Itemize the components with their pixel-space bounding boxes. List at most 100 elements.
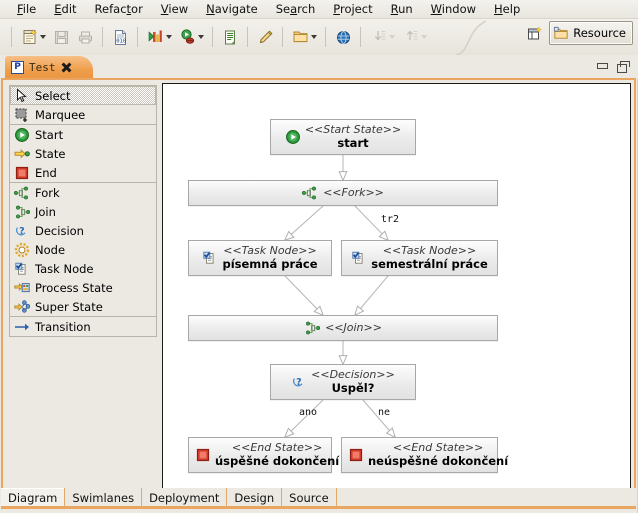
previous-annotation-button[interactable]: [399, 26, 429, 48]
palette-item-label: Process State: [35, 280, 113, 295]
end-state-icon: [14, 165, 30, 181]
node-text: <<End State>> úspěšné dokončení: [215, 441, 339, 468]
node-content: <<Join>>: [298, 320, 388, 336]
new-wizard-button[interactable]: [18, 26, 48, 48]
node-text: <<Join>>: [325, 320, 382, 335]
menu-item-navigate[interactable]: Navigate: [197, 1, 267, 17]
chevron-down-icon[interactable]: [310, 35, 317, 39]
diagram-node-end1[interactable]: <<End State>> úspěšné dokončení: [188, 437, 339, 473]
palette-item-label: Super State: [35, 299, 103, 314]
bottom-tab-label: Swimlanes: [72, 491, 135, 505]
diagram-edge-decision-to-end2[interactable]: [362, 399, 397, 439]
diagram-canvas[interactable]: <<Start State>> start <<Fork>> <<Task Node>…: [162, 83, 631, 501]
palette-item-fork[interactable]: Fork: [10, 183, 156, 202]
edge-label-ne[interactable]: ne: [378, 407, 390, 418]
state-icon: [14, 146, 30, 162]
open-browser-button[interactable]: [332, 26, 354, 48]
diagram-node-task2[interactable]: <<Task Node>> semestrální práce: [341, 240, 498, 276]
chevron-down-icon[interactable]: [388, 35, 395, 39]
node-stereotype: <<Fork>>: [323, 185, 384, 199]
editor-bottom-tabs: Diagram Swimlanes Deployment Design Source: [1, 488, 636, 508]
binary-file-icon: 010: [114, 29, 126, 45]
annotation-button[interactable]: [254, 26, 276, 48]
palette-item-super-state[interactable]: Super State: [10, 297, 156, 316]
minimize-icon[interactable]: [597, 63, 608, 69]
menu-item-run[interactable]: Run: [382, 1, 422, 17]
menu-item-edit[interactable]: Edit: [45, 1, 85, 17]
palette-item-marquee[interactable]: Marquee: [10, 105, 156, 124]
bottom-tab-source[interactable]: Source: [282, 488, 337, 508]
node-icon: [14, 242, 30, 257]
save-button[interactable]: [50, 26, 72, 48]
diagram-node-task1[interactable]: <<Task Node>> písemná práce: [188, 240, 332, 276]
next-annotation-button[interactable]: [367, 26, 397, 48]
close-icon[interactable]: [61, 62, 72, 73]
menu-item-search[interactable]: Search: [267, 1, 325, 17]
run-chart-icon: [148, 30, 162, 42]
menu-item-window[interactable]: Window: [422, 1, 485, 17]
perspective-resource-button[interactable]: Resource: [549, 21, 633, 45]
diagram-edge-decision-to-end1[interactable]: [283, 399, 324, 439]
pencil-icon: [259, 29, 273, 43]
new-java-class-button[interactable]: [219, 26, 241, 48]
edge-label-tr2[interactable]: tr2: [381, 214, 399, 225]
bottom-tab-deployment[interactable]: Deployment: [142, 488, 228, 508]
process-state-icon: [14, 280, 30, 296]
node-stereotype: <<Join>>: [325, 320, 382, 334]
palette-group-1: Start State End: [9, 124, 157, 182]
palette-item-state[interactable]: State: [10, 144, 156, 163]
palette-item-node[interactable]: Node: [10, 240, 156, 259]
editor-tab-test[interactable]: P Test: [5, 56, 93, 79]
diagram-edge-task1-to-join[interactable]: [284, 275, 325, 317]
palette-item-task-node[interactable]: Task Node: [10, 259, 156, 278]
svg-text:010: 010: [116, 38, 126, 44]
diagram-node-join[interactable]: <<Join>>: [188, 315, 498, 341]
resource-folder-icon: [554, 26, 568, 39]
edge-label-ano[interactable]: ano: [299, 407, 317, 418]
task-node-icon: [352, 251, 363, 264]
menu-item-file[interactable]: File: [8, 1, 45, 17]
palette-item-select[interactable]: Select: [10, 86, 156, 105]
menu-item-label: Run: [390, 2, 413, 16]
open-perspective-button[interactable]: [522, 21, 546, 45]
palette-item-decision[interactable]: ? Decision: [10, 221, 156, 240]
menu-item-label: Project: [333, 2, 373, 16]
new-folder-button[interactable]: [289, 26, 319, 48]
menu-item-project[interactable]: Project: [324, 1, 381, 17]
menu-item-help[interactable]: Help: [485, 1, 529, 17]
run-as-button[interactable]: [144, 26, 174, 48]
node-content: <<Start State>> start: [279, 123, 407, 150]
bottom-tab-label: Deployment: [149, 491, 220, 505]
toolbar-separator: [11, 27, 12, 47]
menu-bar: File Edit Refactor View Navigate Search Projec…: [0, 0, 638, 19]
chevron-down-icon[interactable]: [197, 35, 204, 39]
palette-item-transition[interactable]: Transition: [10, 317, 156, 336]
chevron-down-icon[interactable]: [39, 35, 46, 39]
cursor-arrow-icon: [17, 87, 27, 102]
chevron-down-icon[interactable]: [420, 35, 427, 39]
diagram-node-decision[interactable]: ? <<Decision>> Uspěl?: [270, 364, 416, 400]
palette-group-3: Transition: [9, 316, 157, 337]
diagram-edge-task2-to-join[interactable]: [353, 275, 389, 317]
diagram-node-start[interactable]: <<Start State>> start: [270, 119, 416, 155]
end-state-icon: [15, 166, 29, 179]
build-button[interactable]: 010: [109, 26, 131, 48]
diagram-node-fork[interactable]: <<Fork>>: [188, 180, 498, 206]
chevron-down-icon[interactable]: [165, 35, 172, 39]
palette-item-end[interactable]: End: [10, 163, 156, 182]
bottom-tab-swimlanes[interactable]: Swimlanes: [65, 488, 143, 508]
diagram-edge-fork-to-task1[interactable]: [283, 205, 324, 242]
menu-item-refactor[interactable]: Refactor: [86, 1, 152, 17]
palette-item-join[interactable]: Join: [10, 202, 156, 221]
palette-item-label: Join: [35, 204, 56, 219]
bottom-tab-design[interactable]: Design: [227, 488, 283, 508]
bottom-tab-diagram[interactable]: Diagram: [1, 488, 66, 508]
maximize-icon[interactable]: [617, 61, 630, 73]
menu-item-view[interactable]: View: [152, 1, 197, 17]
print-button[interactable]: [74, 26, 96, 48]
diagram-node-end2[interactable]: <<End State>> neúspěšné dokončení: [341, 437, 508, 473]
join-icon: [16, 205, 31, 218]
debug-button[interactable]: [176, 26, 206, 48]
palette-item-start[interactable]: Start: [10, 125, 156, 144]
palette-item-process-state[interactable]: Process State: [10, 278, 156, 297]
